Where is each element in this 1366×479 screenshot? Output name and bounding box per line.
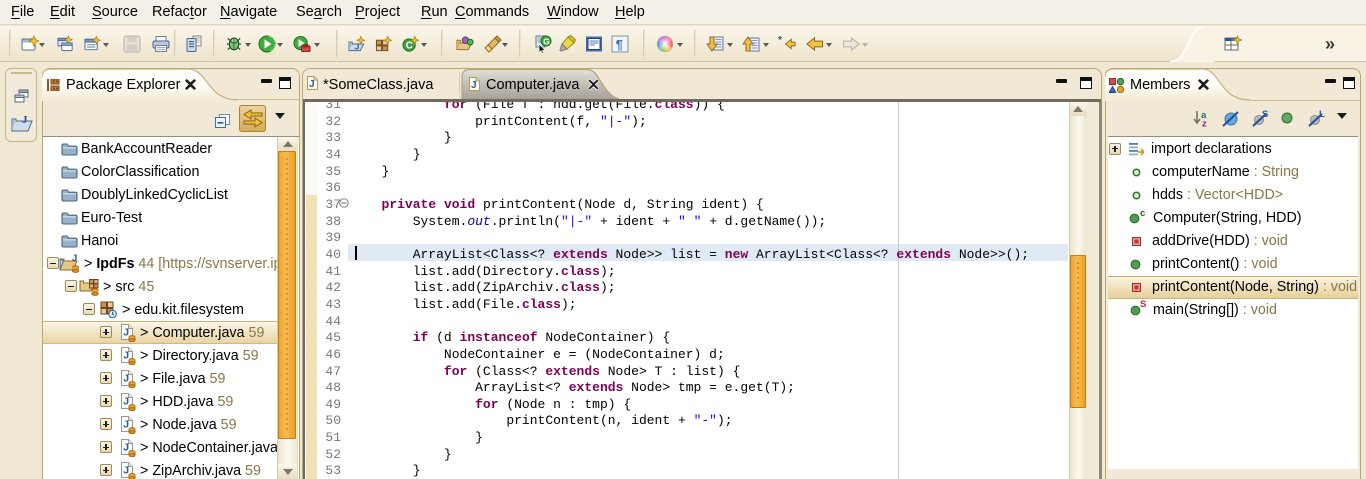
svg-text:J: J [123,441,129,453]
svg-text:J: J [309,79,315,90]
svg-text:J: J [471,80,477,91]
svg-text:J: J [123,349,129,361]
svg-text:J: J [123,464,129,476]
svg-text:¶: ¶ [616,38,623,52]
svg-text:J: J [22,114,28,126]
svg-text:*: * [778,35,783,46]
svg-text:J: J [123,395,129,407]
svg-text:J: J [123,326,129,338]
svg-text:C: C [406,41,413,52]
svg-text:J: J [123,372,129,384]
svg-text:G: G [543,37,550,47]
svg-text:J: J [355,42,360,52]
svg-text:J: J [123,418,129,430]
svg-text:J: J [72,253,77,264]
svg-text:z: z [1202,119,1207,128]
